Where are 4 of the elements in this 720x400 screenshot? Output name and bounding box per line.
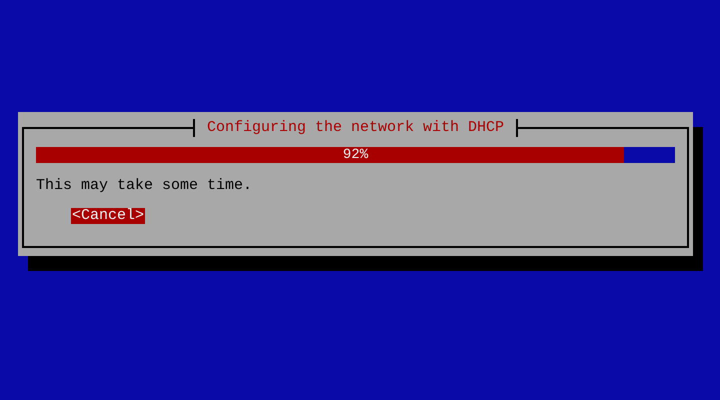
progress-reading: 92% [342,147,368,163]
status-message: This may take some time. [36,177,254,195]
dialog-title: Configuring the network with DHCP [192,119,518,137]
cancel-button[interactable]: <Cancel> [71,208,146,224]
